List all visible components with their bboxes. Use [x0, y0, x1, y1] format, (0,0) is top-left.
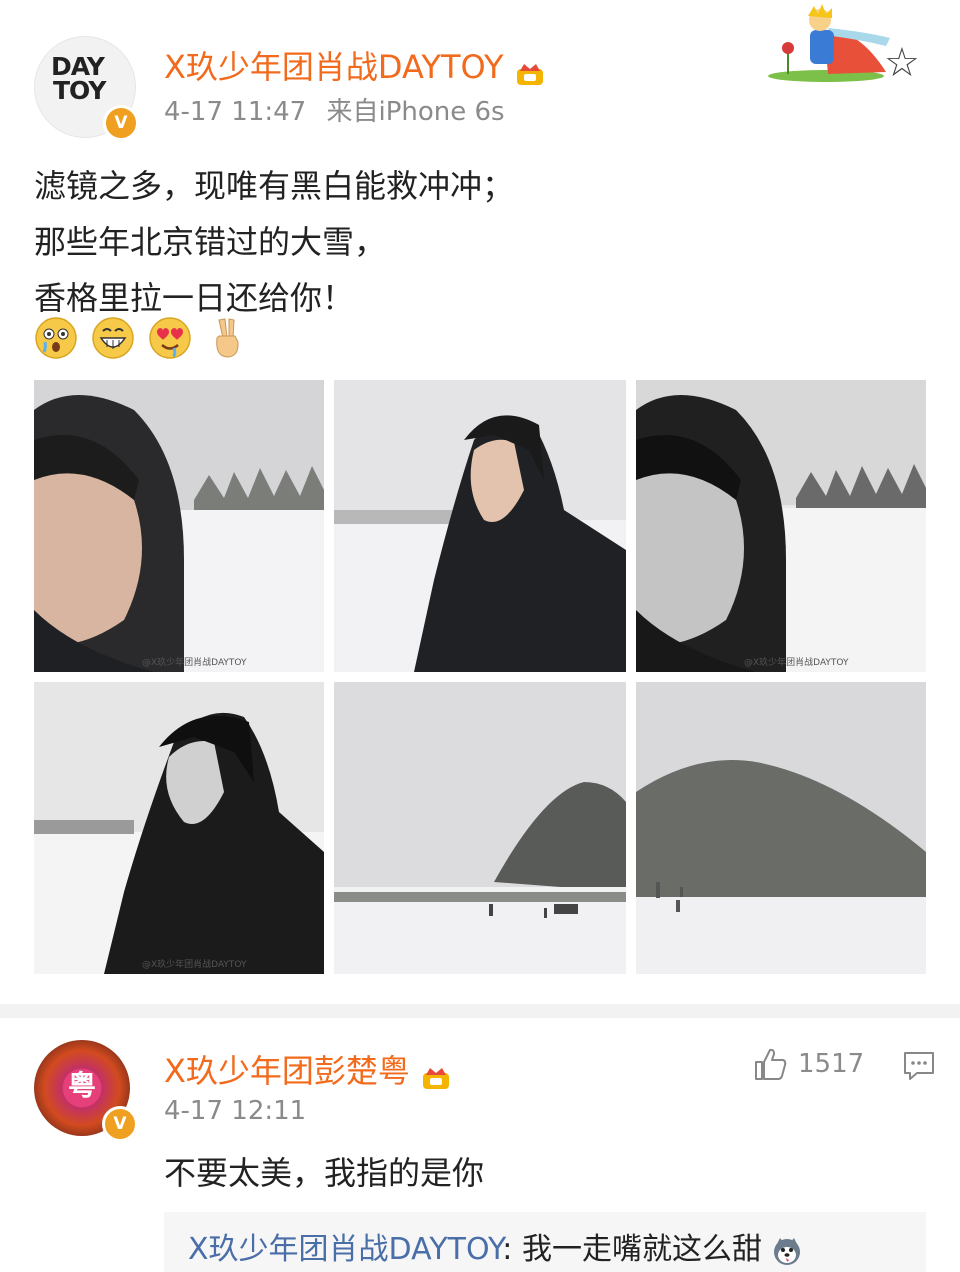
- reply-separator: :: [502, 1232, 513, 1267]
- vip-crown-icon: [423, 1067, 450, 1089]
- logo-line-2: TOY: [53, 76, 107, 105]
- little-prince-sticker: [768, 4, 890, 82]
- reply-box[interactable]: X玖少年团肖战DAYTOY: 我一走嘴就这么甜: [164, 1212, 926, 1272]
- star-icon[interactable]: ☆: [884, 40, 920, 86]
- photo-1-image: [34, 380, 324, 672]
- post-time: 4-17 11:47: [164, 97, 307, 127]
- photo-5-image: [334, 682, 626, 974]
- photo-3-image: [636, 380, 926, 672]
- grin-emoji: [92, 317, 134, 359]
- photo-4-image: [34, 682, 324, 974]
- photo-1[interactable]: @X玖少年团肖战DAYTOY: [34, 380, 324, 672]
- comment-text: 不要太美，我指的是你: [164, 1154, 485, 1192]
- post-source: 来自iPhone 6s: [326, 97, 505, 127]
- post-meta: 4-17 11:47 来自iPhone 6s: [164, 91, 505, 128]
- photo-3[interactable]: @X玖少年团肖战DAYTOY: [636, 380, 926, 672]
- photo-3-watermark: @X玖少年团肖战DAYTOY: [744, 658, 849, 668]
- post-username[interactable]: X玖少年团肖战DAYTOY: [164, 48, 504, 86]
- victory-hand-emoji: [216, 318, 239, 358]
- daytoy-logo: DAY TOY: [51, 54, 107, 105]
- photo-1-watermark: @X玖少年团肖战DAYTOY: [142, 658, 247, 668]
- comment-username[interactable]: X玖少年团彭楚粤: [164, 1052, 410, 1090]
- comment-verified-badge: V: [102, 1106, 138, 1142]
- vip-crown-icon: [516, 63, 543, 85]
- post-author-row: X玖少年团肖战DAYTOY: [164, 42, 545, 88]
- photo-2[interactable]: [334, 380, 626, 672]
- section-divider: [0, 1004, 960, 1018]
- photo-2-image: [334, 380, 626, 672]
- post-text-line-2: 那些年北京错过的大雪，: [34, 223, 387, 261]
- reply-text: 我一走嘴就这么甜: [512, 1232, 762, 1267]
- comment-time: 4-17 12:11: [164, 1096, 307, 1126]
- like-button[interactable]: 1517: [752, 1046, 864, 1082]
- photo-5[interactable]: [334, 682, 626, 974]
- photo-6-image: [636, 682, 926, 974]
- photo-6[interactable]: [636, 682, 926, 974]
- post-text-line-1: 滤镜之多，现唯有黑白能救冲冲；: [34, 167, 515, 205]
- thumbs-up-icon: [755, 1048, 787, 1080]
- like-count: 1517: [798, 1049, 865, 1079]
- heart-eyes-emoji: [149, 317, 191, 359]
- comment-author-row: X玖少年团彭楚粤: [164, 1046, 451, 1092]
- comment-avatar-text: 粤: [67, 1069, 96, 1102]
- comment-avatar[interactable]: 粤 V: [34, 1040, 138, 1142]
- comment-icon[interactable]: [902, 1050, 936, 1082]
- astonished-emoji: [35, 317, 77, 359]
- photo-4[interactable]: @X玖少年团肖战DAYTOY: [34, 682, 324, 974]
- verified-badge: V: [103, 105, 139, 141]
- emoji-row: [34, 316, 257, 364]
- husky-emoji: [773, 1237, 800, 1265]
- post-avatar[interactable]: DAY TOY V: [34, 36, 139, 141]
- reply-line: X玖少年团肖战DAYTOY: 我一走嘴就这么甜: [188, 1224, 802, 1268]
- photo-4-watermark: @X玖少年团肖战DAYTOY: [142, 960, 247, 970]
- reply-username[interactable]: X玖少年团肖战DAYTOY: [188, 1232, 502, 1267]
- post-text-line-3: 香格里拉一日还给你！: [34, 279, 355, 317]
- post-text: 滤镜之多，现唯有黑白能救冲冲； 那些年北京错过的大雪， 香格里拉一日还给你！: [34, 158, 514, 326]
